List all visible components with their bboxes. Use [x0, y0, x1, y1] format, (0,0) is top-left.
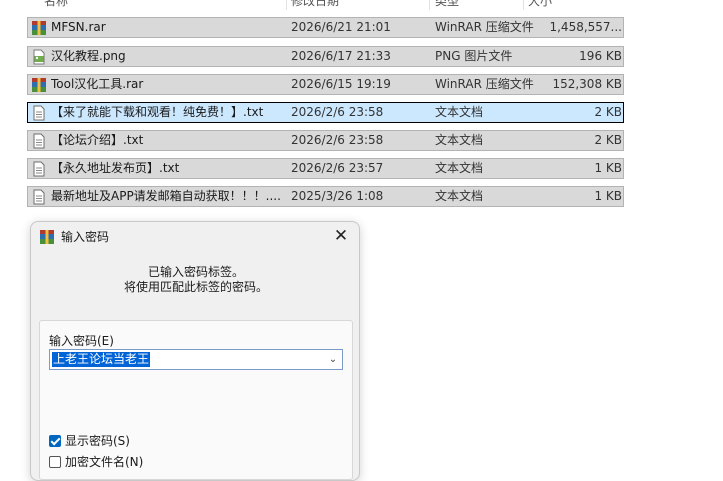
file-type: 文本文档: [435, 105, 484, 119]
file-date: 2026/6/21 21:01: [291, 20, 391, 34]
file-name: 最新地址及APP请发邮箱自动获取！！！....: [51, 189, 281, 203]
file-row[interactable]: 汉化教程.png 2026/6/17 21:33 PNG 图片文件 196 KB: [27, 46, 624, 67]
column-header-size[interactable]: 大小: [528, 0, 552, 8]
file-type: WinRAR 压缩文件: [435, 20, 534, 34]
file-name: Tool汉化工具.rar: [51, 77, 144, 91]
file-date: 2025/3/26 1:08: [291, 189, 384, 203]
show-password-label: 显示密码(S): [65, 434, 130, 448]
file-size: 2 KB: [594, 133, 622, 147]
dialog-message-line-2: 将使用匹配此标签的密码。: [123, 280, 268, 294]
file-row[interactable]: 【论坛介绍】.txt 2026/2/6 23:58 文本文档 2 KB: [27, 130, 624, 151]
file-type: 文本文档: [435, 189, 484, 203]
password-label: 输入密码(E): [49, 334, 114, 348]
file-date: 2026/2/6 23:58: [291, 105, 384, 119]
file-size: 2 KB: [594, 105, 622, 119]
text-document-icon: [31, 105, 47, 121]
file-size: 152,308 KB: [552, 77, 622, 91]
file-row[interactable]: Tool汉化工具.rar 2026/6/15 19:19 WinRAR 压缩文件…: [27, 74, 624, 95]
column-header: 名称 修改日期 类型 大小: [0, 0, 723, 10]
password-input-text[interactable]: 上老王论坛当老王: [52, 352, 151, 367]
file-type: 文本文档: [435, 133, 484, 147]
text-document-icon: [31, 161, 47, 177]
file-row[interactable]: 【永久地址发布页】.txt 2026/2/6 23:57 文本文档 1 KB: [27, 158, 624, 179]
chevron-down-icon[interactable]: ⌄: [326, 352, 340, 367]
file-size: 1 KB: [594, 189, 622, 203]
password-combobox[interactable]: 上老王论坛当老王 ⌄: [49, 349, 343, 370]
column-header-name[interactable]: 名称: [44, 0, 68, 8]
column-divider[interactable]: [286, 0, 287, 10]
checkbox-checked-icon[interactable]: [49, 435, 61, 447]
text-document-icon: [31, 189, 47, 205]
file-type: 文本文档: [435, 161, 484, 175]
file-row-selected[interactable]: 【来了就能下载和观看！纯免费！】.txt 2026/2/6 23:58 文本文档…: [27, 102, 624, 123]
file-size: 1,458,557...: [549, 20, 622, 34]
column-header-date[interactable]: 修改日期: [291, 0, 339, 8]
file-date: 2026/2/6 23:58: [291, 133, 384, 147]
column-divider[interactable]: [429, 0, 430, 10]
file-name: 【来了就能下载和观看！纯免费！】.txt: [51, 105, 264, 119]
file-size: 1 KB: [594, 161, 622, 175]
winrar-app-icon: [39, 229, 55, 245]
png-image-icon: [31, 49, 47, 65]
winrar-archive-icon: [31, 20, 47, 36]
file-date: 2026/6/17 21:33: [291, 49, 391, 63]
file-name: 【永久地址发布页】.txt: [51, 161, 180, 175]
file-date: 2026/6/15 19:19: [291, 77, 391, 91]
close-icon[interactable]: ✕: [327, 224, 355, 248]
winrar-archive-icon: [31, 77, 47, 93]
file-size: 196 KB: [579, 49, 622, 63]
password-dialog: 输入密码 ✕ 已输入密码标签。 将使用匹配此标签的密码。 输入密码(E) 上老王…: [30, 221, 360, 481]
file-date: 2026/2/6 23:57: [291, 161, 384, 175]
text-document-icon: [31, 133, 47, 149]
dialog-title: 输入密码: [61, 230, 110, 244]
column-header-type[interactable]: 类型: [435, 0, 459, 8]
password-group: 输入密码(E) 上老王论坛当老王 ⌄ 显示密码(S) 加密文件名(N): [39, 320, 353, 480]
file-type: WinRAR 压缩文件: [435, 77, 534, 91]
file-name: MFSN.rar: [51, 20, 106, 34]
file-name: 汉化教程.png: [51, 49, 126, 63]
file-row[interactable]: 最新地址及APP请发邮箱自动获取！！！.... 2025/3/26 1:08 文…: [27, 186, 624, 207]
file-type: PNG 图片文件: [435, 49, 513, 63]
checkbox-unchecked-icon[interactable]: [49, 456, 61, 468]
dialog-message-line-1: 已输入密码标签。: [147, 265, 244, 279]
file-row[interactable]: MFSN.rar 2026/6/21 21:01 WinRAR 压缩文件 1,4…: [27, 17, 624, 38]
file-name: 【论坛介绍】.txt: [51, 133, 144, 147]
column-divider[interactable]: [523, 0, 524, 10]
